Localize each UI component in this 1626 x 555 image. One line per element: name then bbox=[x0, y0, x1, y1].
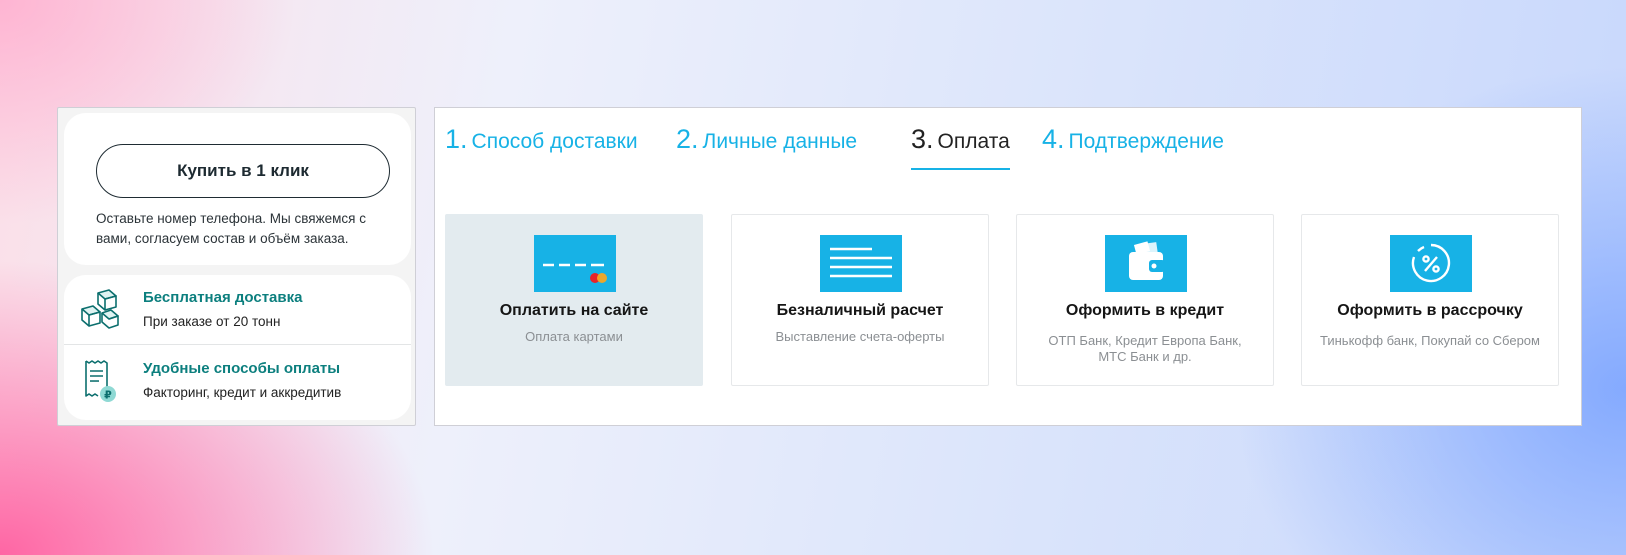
payment-option-title: Безналичный расчет bbox=[776, 302, 944, 319]
one-click-buy-card: Купить в 1 клик Оставьте номер телефона.… bbox=[64, 113, 411, 265]
wallet-icon bbox=[1105, 235, 1187, 292]
product-sidebar-panel: Купить в 1 клик Оставьте номер телефона.… bbox=[57, 107, 416, 426]
feature-subtitle: При заказе от 20 тонн bbox=[143, 314, 281, 329]
payment-option-online[interactable]: Оплатить на сайте Оплата картами bbox=[445, 214, 703, 386]
step-personal-data[interactable]: 2. Личные данные bbox=[676, 124, 857, 155]
feature-subtitle: Факторинг, кредит и аккредитив bbox=[143, 385, 342, 400]
payment-option-subtitle: Оплата картами bbox=[525, 329, 623, 344]
buy-one-click-button[interactable]: Купить в 1 клик bbox=[96, 144, 390, 198]
buy-one-click-note: Оставьте номер телефона. Мы свяжемся с в… bbox=[96, 211, 366, 246]
credit-card-icon bbox=[534, 235, 616, 292]
feature-title: Удобные способы оплаты bbox=[143, 360, 341, 377]
step-payment[interactable]: 3. Оплата bbox=[911, 124, 1010, 170]
step-number: 3. bbox=[911, 124, 934, 154]
step-confirmation[interactable]: 4. Подтверждение bbox=[1042, 124, 1224, 155]
step-delivery-method[interactable]: 1. Способ доставки bbox=[445, 124, 638, 155]
step-label: Способ доставки bbox=[471, 130, 638, 153]
step-number: 4. bbox=[1042, 124, 1065, 154]
percent-icon bbox=[1390, 235, 1472, 292]
boxes-icon bbox=[78, 287, 124, 333]
feature-title: Бесплатная доставка bbox=[143, 289, 303, 306]
payment-option-title: Оплатить на сайте bbox=[499, 302, 649, 319]
step-label: Оплата bbox=[937, 130, 1010, 153]
payment-option-subtitle: Выставление счета-оферты bbox=[775, 329, 945, 344]
svg-text:₽: ₽ bbox=[104, 389, 112, 402]
payment-option-subtitle: ОТП Банк, Кредит Европа Банк, МТС Банк и… bbox=[1048, 333, 1242, 364]
payment-option-subtitle: Тинькофф банк, Покупай со Сбером bbox=[1320, 333, 1540, 348]
payment-option-invoice[interactable]: Безналичный расчет Выставление счета-офе… bbox=[731, 214, 989, 386]
step-number: 2. bbox=[676, 124, 699, 154]
features-card: Бесплатная доставка При заказе от 20 тон… bbox=[64, 275, 411, 420]
payment-option-credit[interactable]: Оформить в кредит ОТП Банк, Кредит Европ… bbox=[1016, 214, 1274, 386]
receipt-ruble-icon: ₽ bbox=[78, 358, 124, 404]
payment-option-installment[interactable]: Оформить в рассрочку Тинькофф банк, Поку… bbox=[1301, 214, 1559, 386]
invoice-icon bbox=[820, 235, 902, 292]
step-label: Подтверждение bbox=[1068, 130, 1224, 153]
payment-option-title: Оформить в кредит bbox=[1065, 302, 1225, 319]
feature-free-delivery: Бесплатная доставка При заказе от 20 тон… bbox=[64, 275, 411, 345]
step-number: 1. bbox=[445, 124, 468, 154]
payment-option-title: Оформить в рассрочку bbox=[1337, 302, 1523, 319]
step-label: Личные данные bbox=[702, 130, 858, 153]
feature-payment-methods: ₽ Удобные способы оплаты Факторинг, кред… bbox=[64, 346, 411, 416]
checkout-panel: 1. Способ доставки 2. Личные данные 3. Опла… bbox=[434, 107, 1582, 426]
